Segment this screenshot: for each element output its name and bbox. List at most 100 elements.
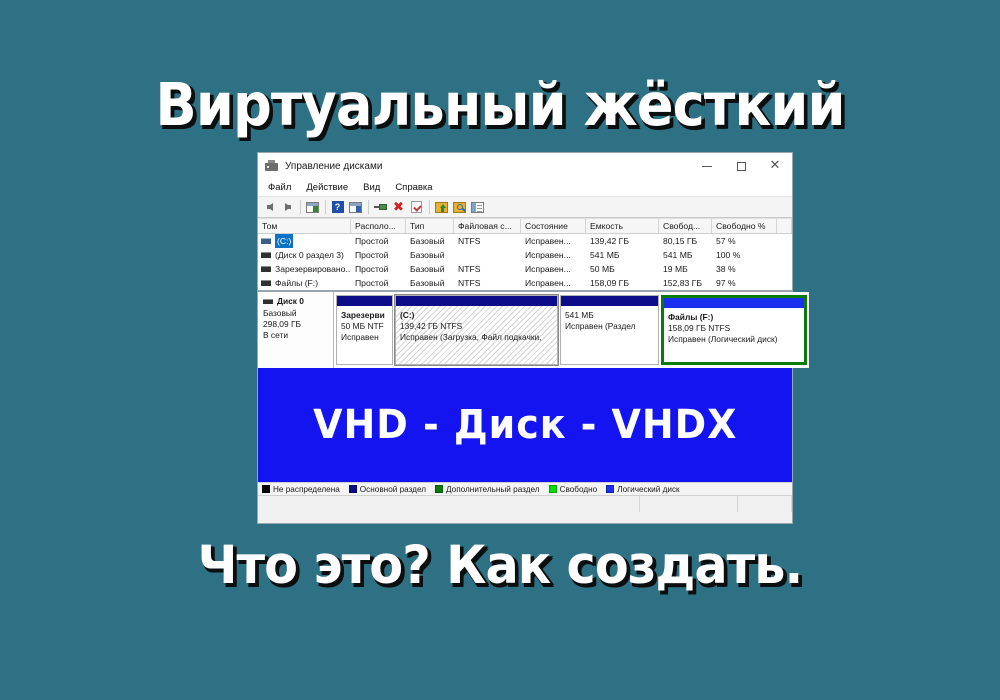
volume-type: Базовый [410,250,445,260]
partition-size: 139,42 ГБ NTFS [400,321,463,331]
forward-arrow-icon[interactable] [279,199,296,216]
volume-free: 19 МБ [663,264,688,274]
show-hide-action-pane-icon[interactable] [347,199,364,216]
column-header-status[interactable]: Состояние [521,219,586,233]
table-row[interactable]: (C:) Простой Базовый NTFS Исправен... 13… [258,234,792,248]
volume-icon-dark [261,266,271,272]
volume-filesystem: NTFS [458,236,481,246]
explore-icon[interactable] [451,199,468,216]
poster-title-bottom: Что это? Как создать. [197,535,804,596]
legend-label: Основной раздел [359,484,427,494]
column-header-layout[interactable]: Располо... [351,219,406,233]
menu-item-action[interactable]: Действие [306,182,348,193]
volume-free: 80,15 ГБ [663,236,698,246]
column-header-type[interactable]: Тип [406,219,454,233]
help-icon[interactable]: ? [329,199,346,216]
volume-capacity: 50 МБ [590,264,615,274]
partition-color-bar [396,296,557,306]
poster-canvas: Виртуальный жёсткий Управление дисками ✕ [0,0,1000,700]
volume-type: Базовый [410,236,445,246]
status-bar-segment-second [640,496,738,512]
partition-color-bar [561,296,658,306]
partition-text: Файлы (F:) 158,09 ГБ NTFS Исправен (Логи… [664,308,804,345]
table-row[interactable]: Зарезервировано... Простой Базовый NTFS … [258,262,792,276]
minimize-icon [702,165,712,167]
volume-free: 541 МБ [663,250,693,260]
close-button[interactable]: ✕ [758,153,792,179]
legend-swatch-free [548,485,557,493]
disk-size: 298,09 ГБ [263,319,301,329]
menu-item-help[interactable]: Справка [395,182,432,193]
toolbar-separator [300,200,301,214]
volume-status: Исправен... [525,250,571,260]
column-header-spacer[interactable] [777,219,792,233]
delete-icon[interactable]: ✖ [390,199,407,216]
window-title-bar: Управление дисками ✕ [258,153,792,179]
column-header-capacity[interactable]: Емкость [586,219,659,233]
volume-name-cell: (Диск 0 раздел 3) [258,248,351,262]
properties-icon[interactable] [372,199,389,216]
volume-type: Базовый [410,264,445,274]
menu-item-view[interactable]: Вид [363,182,380,193]
open-icon[interactable] [433,199,450,216]
legend-label: Дополнительный раздел [446,484,540,494]
volume-free-pct: 38 % [716,264,736,274]
toolbar: ? ✖ [258,197,792,218]
partition-status: Исправен (Логический диск) [668,334,778,344]
legend-label: Не распределена [273,484,340,494]
column-header-free-pct[interactable]: Свободно % [712,219,777,233]
maximize-button[interactable] [724,153,758,179]
disk-management-icon [265,159,279,173]
disk-name-row: Диск 0 [263,296,328,307]
disk-info-panel[interactable]: Диск 0 Базовый 298,09 ГБ В сети [258,292,334,368]
volume-status: Исправен... [525,264,571,274]
minimize-button[interactable] [690,153,724,179]
volume-icon-dark [261,252,271,258]
status-bar [258,495,792,512]
partition-c[interactable]: (C:) 139,42 ГБ NTFS Исправен (Загрузка, … [394,294,559,366]
volume-icon-dark [261,280,271,286]
volume-layout: Простой [355,250,389,260]
disk-icon [263,299,273,304]
partition-f[interactable]: Файлы (F:) 158,09 ГБ NTFS Исправен (Логи… [661,295,807,365]
legend-label: Логический диск [617,484,680,494]
volume-filesystem: NTFS [458,264,481,274]
toolbar-separator [429,200,430,214]
volume-status: Исправен... [525,236,571,246]
partition-color-bar [664,298,804,308]
graphical-disk-view[interactable]: Диск 0 Базовый 298,09 ГБ В сети Зарезерв… [258,290,809,368]
partition-size: 541 МБ [565,310,594,320]
back-arrow-icon[interactable] [261,199,278,216]
partition-reserved[interactable]: Зарезерви 50 МБ NTF Исправен [336,295,393,365]
vhd-banner-text: VHD - Диск - VHDX [312,402,738,448]
volume-icon-blue [261,238,271,244]
table-row[interactable]: Файлы (F:) Простой Базовый NTFS Исправен… [258,276,792,290]
menu-item-file[interactable]: Файл [268,182,291,193]
show-hide-console-tree-icon[interactable] [304,199,321,216]
column-header-volume[interactable]: Том [258,219,351,233]
disk-state: В сети [263,330,288,340]
legend-swatch-extended [435,485,444,493]
column-header-free[interactable]: Свобод... [659,219,712,233]
volume-label: (C:) [275,234,294,248]
column-header-filesystem[interactable]: Файловая с... [454,219,521,233]
partition-label: (C:) [400,310,415,320]
partition-text: Зарезерви 50 МБ NTF Исправен [337,306,392,343]
volume-status: Исправен... [525,278,571,288]
volume-capacity: 541 МБ [590,250,620,260]
volume-name-cell: Зарезервировано... [258,262,351,276]
volume-list-header: Том Располо... Тип Файловая с... Состоян… [258,219,792,234]
disk-management-window: Управление дисками ✕ Файл Действие Вид С… [257,152,809,524]
legend-item-extended: Дополнительный раздел [435,485,540,494]
list-view-icon[interactable] [469,199,486,216]
volume-layout: Простой [355,278,389,288]
volume-free-pct: 97 % [716,278,736,288]
legend-item-primary: Основной раздел [348,484,427,494]
volume-label: Зарезервировано... [275,264,351,274]
volume-list[interactable]: Том Располо... Тип Файловая с... Состоян… [258,218,792,290]
rescan-disks-icon[interactable] [408,199,425,216]
table-row[interactable]: (Диск 0 раздел 3) Простой Базовый Исправ… [258,248,792,262]
partition-size: 50 МБ NTF [341,321,384,331]
partition-recovery[interactable]: 541 МБ Исправен (Раздел [560,295,659,365]
partition-label: Файлы (F:) [668,312,714,322]
